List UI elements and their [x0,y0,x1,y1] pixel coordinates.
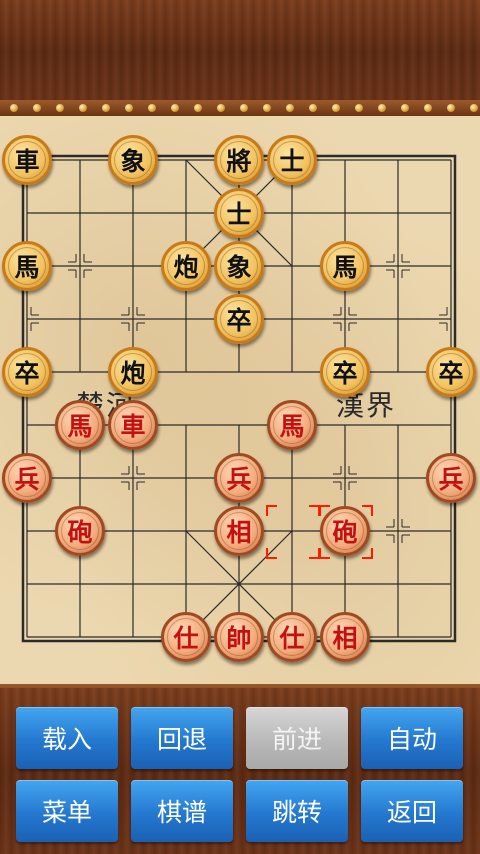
piece-label: 砲 [61,512,99,550]
piece-label: 馬 [273,406,311,444]
undo-button[interactable]: 回退 [131,707,233,769]
red-piece-elephant-1[interactable]: 相 [214,506,264,556]
piece-label: 將 [220,141,258,179]
last-move-from-marker [266,505,277,516]
rail-rivet [401,104,409,112]
black-piece-soldier-2[interactable]: 卒 [2,347,52,397]
rail-rivet [286,104,294,112]
piece-label: 仕 [167,618,205,656]
rail-rivet [33,104,41,112]
auto-button[interactable]: 自动 [361,707,463,769]
top-rail [0,100,480,116]
piece-label: 馬 [8,247,46,285]
piece-label: 帥 [220,618,258,656]
red-piece-general[interactable]: 帥 [214,612,264,662]
piece-label: 士 [220,194,258,232]
red-piece-horse-1[interactable]: 馬 [55,400,105,450]
rail-rivet [309,104,317,112]
rail-rivet [194,104,202,112]
piece-label: 仕 [273,618,311,656]
back-button[interactable]: 返回 [361,780,463,842]
rail-rivet [470,104,478,112]
black-piece-elephant-1[interactable]: 象 [108,135,158,185]
last-move-from-marker [266,548,277,559]
red-piece-soldier-3[interactable]: 兵 [426,453,476,503]
red-piece-advisor-1[interactable]: 仕 [161,612,211,662]
red-piece-cannon-2[interactable]: 砲 [320,506,370,556]
load-button[interactable]: 载入 [16,707,118,769]
black-piece-soldier-4[interactable]: 卒 [426,347,476,397]
piece-label: 兵 [8,459,46,497]
piece-label: 相 [326,618,364,656]
piece-label: 炮 [167,247,205,285]
rail-rivet [378,104,386,112]
black-piece-soldier-1[interactable]: 卒 [214,294,264,344]
jump-button[interactable]: 跳转 [246,780,348,842]
redo-button[interactable]: 前进 [246,707,348,769]
piece-label: 馬 [326,247,364,285]
piece-label: 砲 [326,512,364,550]
rail-rivet [56,104,64,112]
rail-rivet [171,104,179,112]
piece-label: 車 [8,141,46,179]
red-piece-chariot-1[interactable]: 車 [108,400,158,450]
piece-label: 卒 [8,353,46,391]
piece-label: 象 [114,141,152,179]
piece-label: 士 [273,141,311,179]
records-button[interactable]: 棋谱 [131,780,233,842]
black-piece-advisor-1[interactable]: 士 [267,135,317,185]
rail-rivet [102,104,110,112]
board-panel[interactable]: 楚河 漢界 車象將士士馬炮象馬卒卒炮卒卒馬車馬兵兵兵砲相砲仕帥仕相 [0,116,480,688]
black-piece-horse-1[interactable]: 馬 [2,241,52,291]
rail-rivet [355,104,363,112]
rail-rivet [217,104,225,112]
piece-label: 卒 [432,353,470,391]
piece-label: 兵 [432,459,470,497]
rail-rivet [10,104,18,112]
red-piece-soldier-1[interactable]: 兵 [2,453,52,503]
black-piece-cannon-1[interactable]: 炮 [161,241,211,291]
black-piece-advisor-2[interactable]: 士 [214,188,264,238]
piece-label: 兵 [220,459,258,497]
top-wood-panel [0,0,480,104]
red-piece-advisor-2[interactable]: 仕 [267,612,317,662]
black-piece-chariot-1[interactable]: 車 [2,135,52,185]
black-piece-elephant-2[interactable]: 象 [214,241,264,291]
rail-rivet [332,104,340,112]
black-piece-horse-2[interactable]: 馬 [320,241,370,291]
black-piece-cannon-2[interactable]: 炮 [108,347,158,397]
red-piece-soldier-2[interactable]: 兵 [214,453,264,503]
rail-rivet [148,104,156,112]
piece-label: 炮 [114,353,152,391]
rail-rivet [79,104,87,112]
piece-label: 象 [220,247,258,285]
black-piece-general[interactable]: 將 [214,135,264,185]
rail-rivet [424,104,432,112]
piece-label: 相 [220,512,258,550]
rail-rivet [125,104,133,112]
red-piece-cannon-1[interactable]: 砲 [55,506,105,556]
piece-label: 車 [114,406,152,444]
rail-rivet [240,104,248,112]
red-piece-elephant-2[interactable]: 相 [320,612,370,662]
rail-rivet [447,104,455,112]
piece-label: 卒 [220,300,258,338]
red-piece-horse-2[interactable]: 馬 [267,400,317,450]
rail-rivet [263,104,271,112]
piece-label: 馬 [61,406,99,444]
black-piece-soldier-3[interactable]: 卒 [320,347,370,397]
menu-button[interactable]: 菜单 [16,780,118,842]
piece-label: 卒 [326,353,364,391]
last-move-to-marker [362,548,373,559]
